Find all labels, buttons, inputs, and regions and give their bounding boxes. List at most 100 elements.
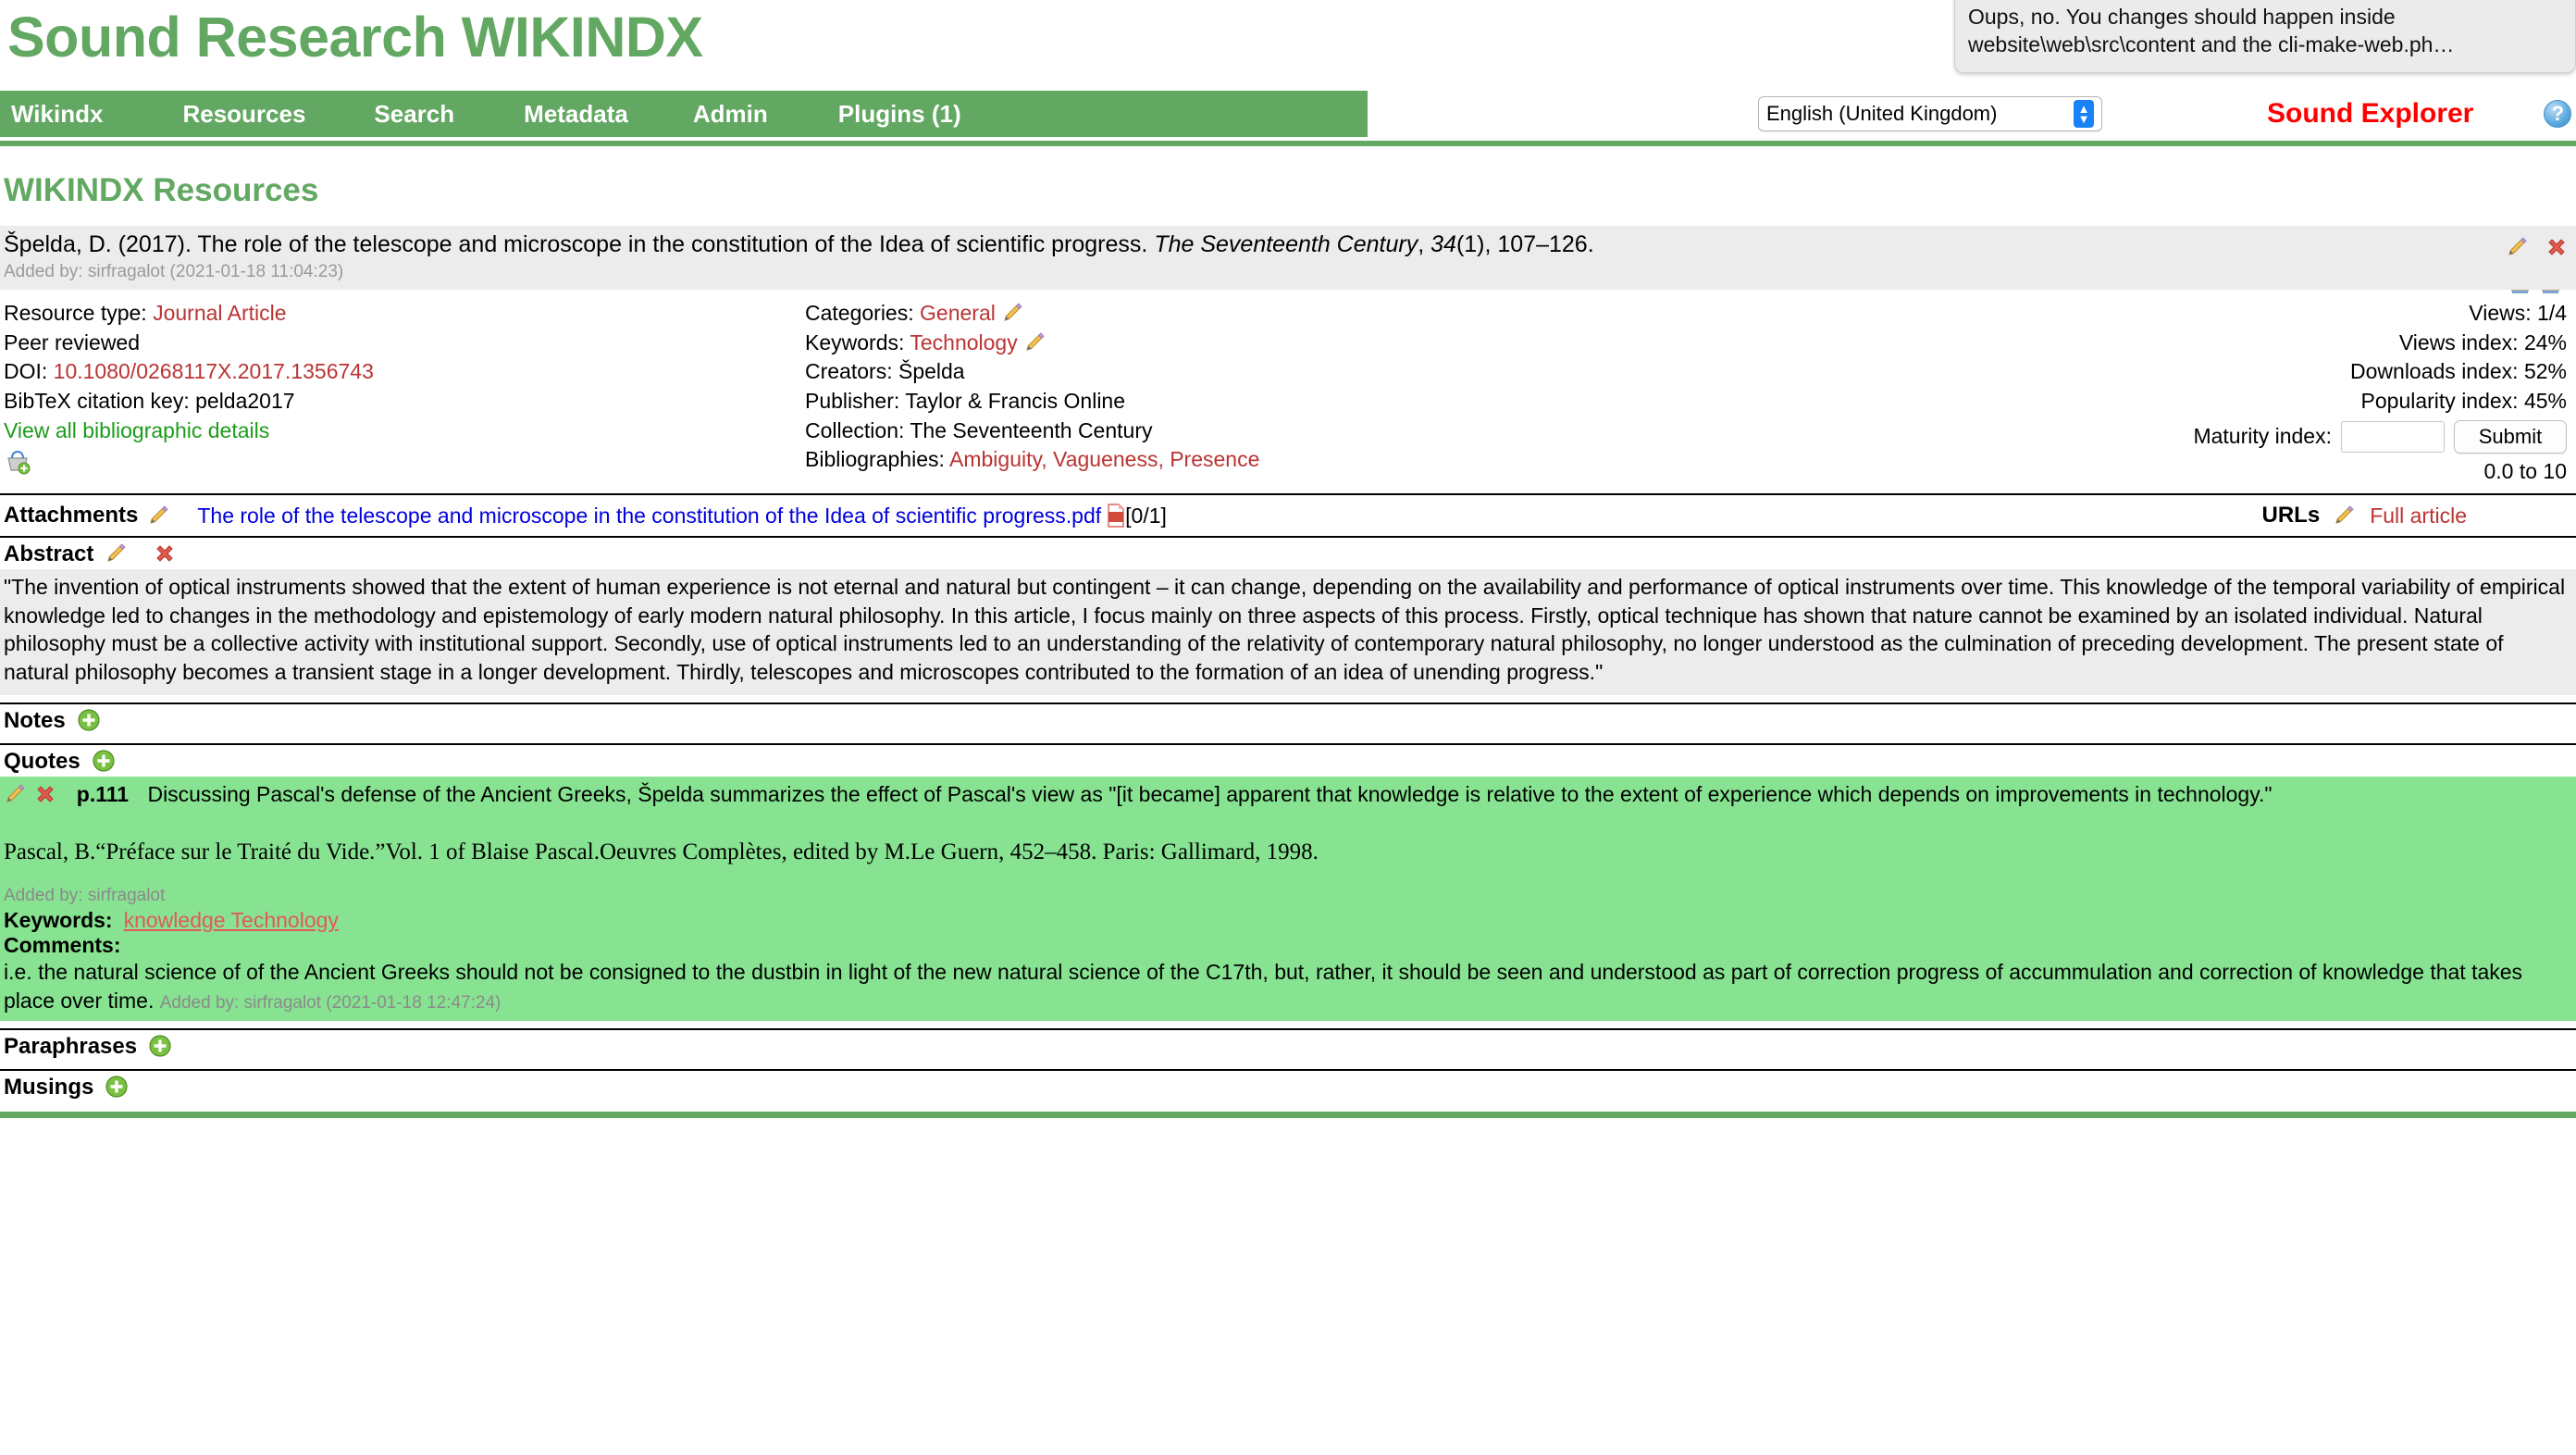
add-quote-icon[interactable] [92, 749, 116, 775]
quote-keywords-label: Keywords: [4, 908, 113, 933]
categories-row: Categories: General [805, 299, 1638, 329]
paraphrases-label: Paraphrases [4, 1033, 138, 1059]
peer-reviewed-row: Peer reviewed [4, 330, 141, 354]
doi-row: DOI: 10.1080/0268117X.2017.1356743 [4, 357, 805, 387]
delete-resource-icon[interactable] [2545, 235, 2569, 259]
quote-item: p.111 Discussing Pascal's defense of the… [0, 776, 2576, 1021]
quote-main-line: p.111 Discussing Pascal's defense of the… [4, 780, 2570, 809]
attachments-row: Attachments The role of the telescope an… [0, 503, 2576, 529]
publisher-value: Taylor & Francis Online [905, 389, 1126, 413]
delete-quote-icon[interactable] [33, 782, 63, 806]
resource-type-value[interactable]: Journal Article [153, 301, 286, 325]
bibtex-label: BibTeX citation key: [4, 389, 196, 413]
citation-journal: The Seventeenth Century [1154, 231, 1418, 258]
doi-value[interactable]: 10.1080/0268117X.2017.1356743 [54, 359, 374, 383]
citation-actions [2506, 235, 2569, 259]
keywords-value[interactable]: Technology [910, 330, 1017, 354]
view-all-bibliographic-details-link[interactable]: View all bibliographic details [4, 418, 269, 442]
views-index-stat: Views index: 24% [2398, 330, 2567, 354]
downloads-index-stat: Downloads index: 52% [2350, 359, 2567, 384]
footer-rule [0, 1111, 2576, 1118]
abstract-text: "The invention of optical instruments sh… [0, 569, 2576, 695]
submit-button[interactable]: Submit [2454, 419, 2567, 454]
nav-item-plugins[interactable]: Plugins (1) [838, 100, 961, 129]
doi-label: DOI: [4, 359, 54, 384]
details-column-middle: Categories: General Keywords: Technology [805, 299, 1638, 487]
edit-attachments-icon[interactable] [147, 504, 171, 529]
add-to-basket-icon[interactable] [4, 449, 805, 475]
edit-keywords-icon[interactable] [1023, 330, 1047, 354]
edit-urls-icon[interactable] [2333, 504, 2357, 529]
nav-item-resources[interactable]: Resources [182, 100, 305, 129]
edit-abstract-icon[interactable] [105, 541, 129, 567]
urls-group: URLs Full article [2262, 503, 2576, 529]
edit-quote-icon[interactable] [4, 782, 33, 806]
maturity-index-input[interactable] [2341, 420, 2445, 453]
bibliographies-label: Bibliographies: [805, 447, 949, 472]
help-icon[interactable]: ? [2544, 100, 2572, 129]
nav-underline-rule [0, 141, 2576, 147]
nav-bar: Wikindx Resources Search Metadata Admin … [0, 91, 1368, 138]
publisher-row: Publisher: Taylor & Francis Online [805, 387, 1638, 417]
notes-header: Notes [0, 704, 2576, 736]
citation-text: Špelda, D. (2017). The role of the teles… [4, 231, 2569, 258]
maturity-range-note: 0.0 to 10 [2483, 458, 2567, 483]
attachments-label: Attachments [4, 503, 139, 529]
creators-value: Špelda [898, 359, 965, 384]
popularity-index-stat: Popularity index: 45% [2360, 389, 2567, 413]
citation-separator: , [1418, 231, 1431, 258]
user-account-link[interactable]: Sound Explorer [2267, 98, 2473, 130]
urls-label: URLs [2261, 503, 2321, 529]
quote-text: Discussing Pascal's defense of the Ancie… [147, 781, 2273, 806]
edit-categories-icon[interactable] [1001, 301, 1025, 325]
full-article-link[interactable]: Full article [2370, 504, 2467, 529]
resource-statistics: Views: 1/4 Views index: 24% Downloads in… [1638, 299, 2576, 487]
abstract-label: Abstract [4, 541, 94, 567]
nav-right-controls: English (United Kingdom) ▲ ▼ Sound Explor… [1758, 91, 2576, 137]
nav-item-metadata[interactable]: Metadata [524, 100, 628, 129]
nav-item-wikindx[interactable]: Wikindx [11, 100, 103, 129]
divider-above-attachments [0, 493, 2576, 496]
citation-issue-pages: (1), 107–126. [1455, 231, 1594, 258]
views-stat: Views: 1/4 [2469, 300, 2567, 325]
citation-volume: 34 [1430, 231, 1456, 258]
publisher-label: Publisher: [805, 389, 906, 413]
notes-label: Notes [4, 707, 66, 733]
creators-row: Creators: Špelda [805, 357, 1638, 387]
categories-label: Categories: [805, 300, 921, 325]
main-navigation: Wikindx Resources Search Metadata Admin … [0, 91, 2576, 147]
maturity-index-label: Maturity index: [2193, 423, 2332, 448]
quote-comments-added-by: Added by: sirfragalot (2021-01-18 12:47:… [159, 993, 502, 1014]
add-note-icon[interactable] [77, 708, 101, 734]
bibtex-row: BibTeX citation key: pelda2017 [4, 387, 805, 417]
citation-title: The role of the telescope and microscope… [197, 231, 1155, 258]
language-select[interactable]: English (United Kingdom) ▲ ▼ [1758, 96, 2102, 132]
chevron-updown-icon[interactable]: ▲ ▼ [2074, 100, 2094, 129]
attachment-file-link[interactable]: The role of the telescope and microscope… [197, 504, 1101, 529]
abstract-header: Abstract [0, 538, 2576, 569]
delete-abstract-icon[interactable] [153, 541, 177, 567]
categories-value[interactable]: General [920, 301, 996, 325]
maturity-index-row: Maturity index: Submit [1638, 419, 2567, 454]
edit-resource-icon[interactable] [2506, 235, 2530, 259]
bibtex-value: pelda2017 [195, 389, 295, 413]
quote-keywords-value[interactable]: knowledge Technology [124, 908, 339, 932]
quote-keywords-row: Keywords: knowledge Technology [4, 908, 2570, 933]
add-musing-icon[interactable] [105, 1075, 129, 1101]
keywords-label: Keywords: [805, 330, 910, 354]
language-select-value: English (United Kingdom) [1766, 102, 1998, 126]
pdf-icon[interactable] [1107, 504, 1125, 529]
collection-value: The Seventeenth Century [910, 417, 1153, 442]
add-paraphrase-icon[interactable] [148, 1034, 172, 1060]
creators-label: Creators: [805, 359, 898, 384]
bibliographies-value[interactable]: Ambiguity, Vagueness, Presence [949, 447, 1259, 471]
musings-header: Musings [0, 1071, 2576, 1102]
nav-item-admin[interactable]: Admin [693, 100, 768, 129]
paraphrases-header: Paraphrases [0, 1030, 2576, 1062]
page-title: WIKINDX Resources [4, 172, 319, 209]
resource-type-label: Resource type: [4, 300, 154, 325]
nav-item-search[interactable]: Search [374, 100, 454, 129]
keywords-row: Keywords: Technology [805, 329, 1638, 358]
quotes-header: Quotes [0, 745, 2576, 777]
quote-added-by: Added by: sirfragalot [4, 886, 166, 906]
